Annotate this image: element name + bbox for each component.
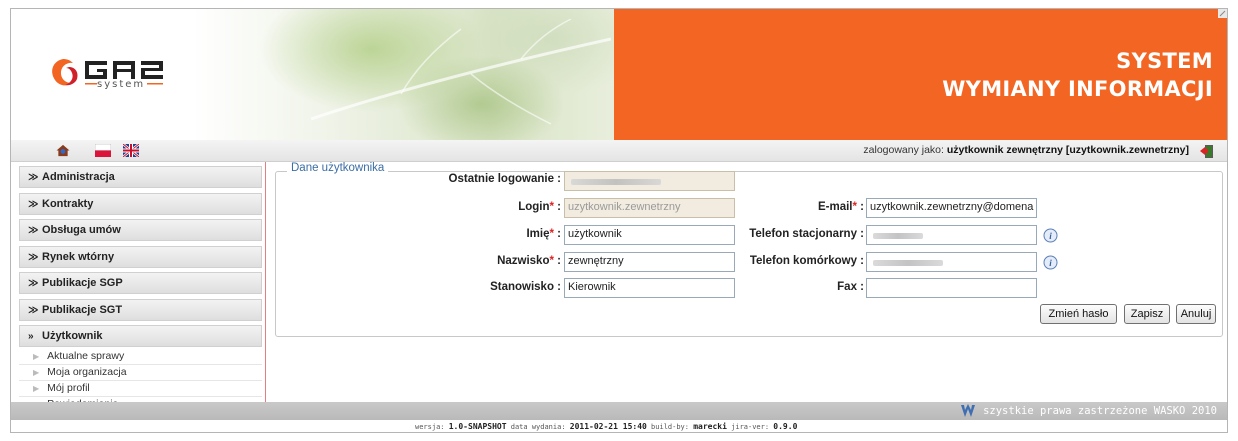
nazwisko-label: Nazwisko* : <box>411 255 561 267</box>
last-login-field <box>564 171 735 191</box>
sidebar-subitem-aktualne-sprawy[interactable]: ▶ Aktualne sprawy <box>19 349 262 365</box>
app-window: system SYSTEM WYMIANY INFORMACJI zalogow… <box>10 8 1228 433</box>
telefon-stacjonarny-field[interactable] <box>866 225 1037 245</box>
sidebar-item-kontrakty[interactable]: ≫ Kontrakty <box>19 192 262 215</box>
info-icon[interactable]: i <box>1043 228 1058 243</box>
fax-label: Fax : <box>837 281 864 293</box>
sidebar-item-label: Publikacje SGT <box>42 303 123 316</box>
jira-value: 0.9.0 <box>773 422 798 431</box>
subitem-label: Mój profil <box>47 382 90 394</box>
email-label: E-mail* : <box>701 201 864 213</box>
sidebar-subitem-moja-organizacja[interactable]: ▶ Moja organizacja <box>19 365 262 381</box>
build-value: marecki <box>693 422 727 431</box>
bullet-icon: ▶ <box>33 384 40 393</box>
flag-uk-icon[interactable] <box>123 144 139 157</box>
logo-subtitle: system <box>97 79 146 90</box>
bullet-icon: ▶ <box>33 352 40 361</box>
jira-label: jira-ver: <box>731 423 770 431</box>
chevron-down-icon: ≫ <box>28 225 39 236</box>
sidebar-item-label: Rynek wtórny <box>42 250 115 263</box>
sidebar-item-uzytkownik[interactable]: » Użytkownik <box>19 325 262 347</box>
label-colon: : <box>553 201 561 213</box>
imie-label-text: Imię <box>526 228 550 240</box>
build-label: build-by: <box>651 423 689 431</box>
save-button[interactable]: Zapisz <box>1124 304 1170 324</box>
chevron-right-icon: » <box>28 331 34 342</box>
sidebar-item-label: Obsługa umów <box>42 224 121 236</box>
bullet-icon: ▶ <box>33 368 40 377</box>
telefon-komorkowy-label: Telefon komórkowy : <box>749 255 864 267</box>
header-banner: system SYSTEM WYMIANY INFORMACJI <box>11 9 1227 140</box>
chevron-down-icon: ≫ <box>28 304 39 316</box>
fieldset-legend: Dane użytkownika <box>287 162 389 174</box>
wasko-logo-icon <box>961 404 975 417</box>
version-label: wersja: <box>415 423 445 431</box>
header-leaf-image: system <box>11 9 614 140</box>
cancel-button[interactable]: Anuluj <box>1176 304 1216 324</box>
system-title-line2: WYMIANY INFORMACJI <box>942 77 1213 101</box>
login-label: Login* : <box>411 201 561 213</box>
sidebar-item-obsluga-umow[interactable]: ≫ Obsługa umów <box>19 219 262 241</box>
label-colon: : <box>553 228 561 240</box>
flag-pl-icon[interactable] <box>95 144 111 157</box>
stanowisko-label: Stanowisko : <box>490 281 561 293</box>
nazwisko-label-text: Nazwisko <box>497 255 550 267</box>
redacted-value <box>873 260 943 266</box>
sidebar-item-label: Administracja <box>42 171 115 183</box>
logout-icon[interactable] <box>1199 143 1215 159</box>
release-label: data wydania: <box>510 423 566 431</box>
email-label-text: E-mail <box>817 201 853 213</box>
system-title: SYSTEM WYMIANY INFORMACJI <box>942 47 1213 103</box>
chevron-down-icon: ≫ <box>28 251 39 263</box>
subitem-label: Moja organizacja <box>47 366 127 378</box>
logged-user-info: zalogowany jako: użytkownik zewnętrzny [… <box>863 144 1189 156</box>
fax-field[interactable] <box>866 278 1037 298</box>
imie-label: Imię* : <box>411 228 561 240</box>
corner-resize-icon <box>1218 9 1227 18</box>
release-value: 2011-02-21 15:40 <box>569 422 647 431</box>
redacted-value <box>873 233 923 239</box>
chevron-down-icon: ≫ <box>28 198 39 210</box>
change-password-button[interactable]: Zmień hasło <box>1040 304 1117 324</box>
copyright-text: szystkie prawa zastrzeżone WASKO 2010 <box>983 405 1217 417</box>
sidebar-nav: ≫ Administracja ≫ Kontrakty ≫ Obsługa umów … <box>11 162 266 413</box>
subitem-label: Aktualne sprawy <box>47 350 125 362</box>
email-field[interactable]: uzytkownik.zewnetrzny@domena <box>866 198 1037 218</box>
version-info: wersja: 1.0-SNAPSHOT data wydania: 2011-… <box>415 422 797 431</box>
redacted-value <box>571 179 661 185</box>
logged-user-name: użytkownik zewnętrzny [uzytkownik.zewnet… <box>946 144 1189 156</box>
chevron-down-icon: ≫ <box>28 172 39 183</box>
sidebar-item-label: Kontrakty <box>42 197 94 210</box>
chevron-down-icon: ≫ <box>28 278 39 289</box>
sidebar-item-publikacje-sgt[interactable]: ≫ Publikacje SGT <box>19 298 262 321</box>
sidebar-item-label: Publikacje SGP <box>42 277 123 289</box>
logged-prefix: zalogowany jako: <box>863 144 944 156</box>
telefon-komorkowy-field[interactable] <box>866 252 1037 272</box>
header-orange-panel: SYSTEM WYMIANY INFORMACJI <box>614 9 1227 140</box>
telefon-stacjonarny-label: Telefon stacjonarny : <box>749 228 864 240</box>
leaf-vein-decoration <box>311 19 611 125</box>
info-icon[interactable]: i <box>1043 255 1058 270</box>
sidebar-item-publikacje-sgp[interactable]: ≫ Publikacje SGP <box>19 272 262 294</box>
last-login-label: Ostatnie logowanie : <box>448 173 561 185</box>
sidebar-item-administracja[interactable]: ≫ Administracja <box>19 166 262 188</box>
label-colon: : <box>553 255 561 267</box>
login-label-text: Login <box>518 201 550 213</box>
home-icon[interactable] <box>55 144 71 157</box>
system-title-line1: SYSTEM <box>1116 49 1213 73</box>
top-toolbar: zalogowany jako: użytkownik zewnętrzny [… <box>11 140 1227 162</box>
footer-bar: szystkie prawa zastrzeżone WASKO 2010 <box>11 402 1227 420</box>
sidebar-item-label: Użytkownik <box>42 330 103 342</box>
sidebar-item-rynek-wtorny[interactable]: ≫ Rynek wtórny <box>19 245 262 268</box>
sidebar-subitem-moj-profil[interactable]: ▶ Mój profil <box>19 381 262 397</box>
label-colon: : <box>856 201 864 213</box>
version-value: 1.0-SNAPSHOT <box>448 422 507 431</box>
